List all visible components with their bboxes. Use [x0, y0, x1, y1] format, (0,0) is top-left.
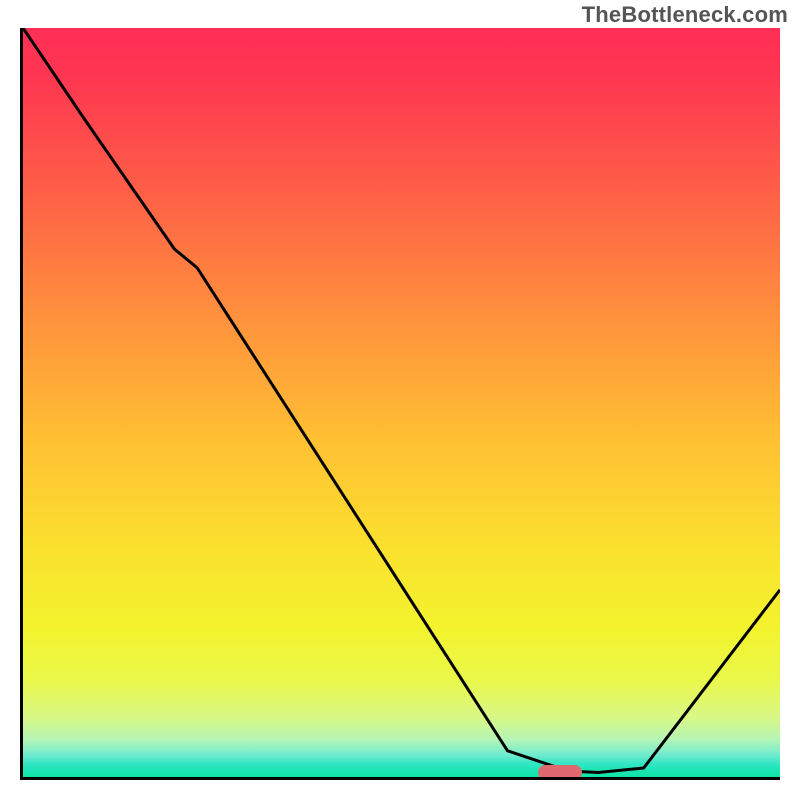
line-plot	[23, 28, 780, 777]
curve-path	[23, 28, 780, 773]
chart-container: TheBottleneck.com	[0, 0, 800, 800]
watermark-text: TheBottleneck.com	[582, 2, 788, 28]
plot-area	[20, 28, 780, 780]
optimum-marker	[538, 765, 582, 780]
